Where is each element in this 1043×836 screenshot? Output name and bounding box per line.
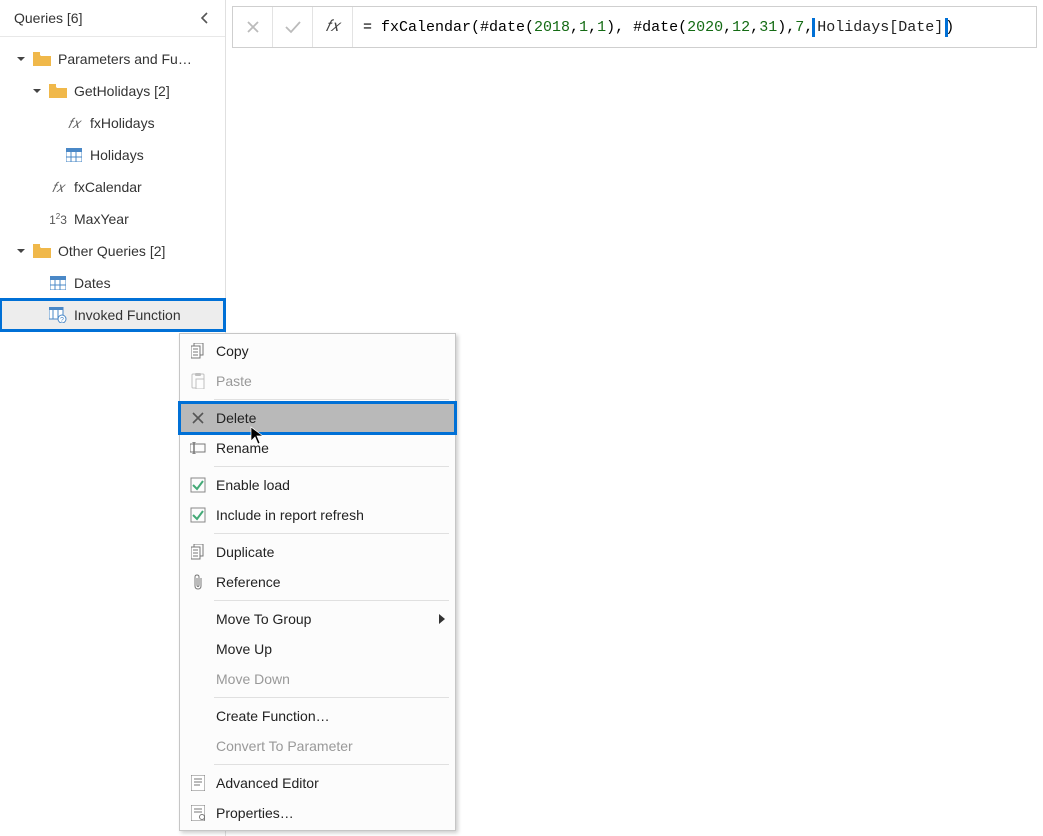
tree-item-label: Holidays — [90, 147, 144, 163]
menu-item[interactable]: Copy — [180, 336, 455, 366]
fx-icon: 𝑓𝑥 — [48, 177, 68, 197]
menu-item-label: Create Function… — [216, 708, 330, 724]
menu-item-label: Properties… — [216, 805, 294, 821]
menu-item[interactable]: Rename — [180, 433, 455, 463]
menu-item: Convert To Parameter — [180, 731, 455, 761]
check-icon — [284, 19, 302, 35]
folder-icon — [48, 81, 68, 101]
menu-item[interactable]: Include in report refresh — [180, 500, 455, 530]
menu-item[interactable]: Delete — [180, 403, 455, 433]
tree-item-label: MaxYear — [74, 211, 129, 227]
expander-icon[interactable] — [30, 84, 44, 98]
sidebar-header: Queries [6] — [0, 0, 225, 37]
tree-item[interactable]: Holidays — [0, 139, 225, 171]
formula-input[interactable]: = fxCalendar(#date(2018, 1, 1), #date(20… — [353, 18, 1036, 37]
editor-icon — [180, 775, 216, 791]
paste-icon — [180, 373, 216, 389]
menu-item-label: Copy — [216, 343, 249, 359]
menu-item[interactable]: Create Function… — [180, 701, 455, 731]
folder-icon — [32, 241, 52, 261]
menu-item-label: Include in report refresh — [216, 507, 364, 523]
menu-item: Move Down — [180, 664, 455, 694]
tree-item[interactable]: 𝑓𝑥 fxCalendar — [0, 171, 225, 203]
menu-separator — [214, 533, 449, 534]
copy-icon — [180, 343, 216, 359]
tree-item[interactable]: 𝑓𝑥 fxHolidays — [0, 107, 225, 139]
collapse-sidebar-button[interactable] — [197, 10, 213, 26]
copy-icon — [180, 544, 216, 560]
menu-item[interactable]: Properties… — [180, 798, 455, 828]
close-icon — [245, 19, 261, 35]
fx-icon: 𝑓𝑥 — [326, 18, 340, 36]
menu-item[interactable]: Move Up — [180, 634, 455, 664]
menu-item-label: Move Up — [216, 641, 272, 657]
menu-item[interactable]: Reference — [180, 567, 455, 597]
table-icon — [64, 145, 84, 165]
sidebar-title: Queries [6] — [14, 10, 82, 26]
query-tree: Parameters and Fu…GetHolidays [2]𝑓𝑥fxHol… — [0, 37, 225, 337]
confirm-formula-button[interactable] — [273, 7, 313, 47]
context-menu: Copy Paste Delete Rename Enable load Include … — [179, 333, 456, 831]
tree-item[interactable]: Other Queries [2] — [0, 235, 225, 267]
fx-button[interactable]: 𝑓𝑥 — [313, 7, 353, 47]
tree-item-label: GetHolidays [2] — [74, 83, 170, 99]
menu-separator — [214, 764, 449, 765]
menu-item[interactable]: Enable load — [180, 470, 455, 500]
tree-item[interactable]: Parameters and Fu… — [0, 43, 225, 75]
formula-bar: 𝑓𝑥 = fxCalendar(#date(2018, 1, 1), #date… — [232, 6, 1037, 48]
tree-item-label: Other Queries [2] — [58, 243, 165, 259]
cancel-formula-button[interactable] — [233, 7, 273, 47]
clip-icon — [180, 574, 216, 590]
menu-separator — [214, 399, 449, 400]
folder-icon — [32, 49, 52, 69]
menu-separator — [214, 466, 449, 467]
tree-item[interactable]: GetHolidays [2] — [0, 75, 225, 107]
expander-icon[interactable] — [14, 52, 28, 66]
table-q-icon: ? — [48, 305, 68, 325]
fx-icon: 𝑓𝑥 — [64, 113, 84, 133]
menu-item-label: Delete — [216, 410, 256, 426]
menu-item[interactable]: Advanced Editor — [180, 768, 455, 798]
delete-icon — [180, 411, 216, 425]
menu-item-label: Convert To Parameter — [216, 738, 353, 754]
menu-item-label: Duplicate — [216, 544, 274, 560]
tree-item[interactable]: ? Invoked Function — [0, 299, 225, 331]
tree-item-label: Parameters and Fu… — [58, 51, 192, 67]
menu-item-label: Paste — [216, 373, 252, 389]
rename-icon — [180, 442, 216, 454]
tree-item-label: fxHolidays — [90, 115, 155, 131]
svg-text:?: ? — [60, 317, 64, 323]
menu-item-label: Move Down — [216, 671, 290, 687]
checked-icon — [180, 477, 216, 493]
num-icon: 123 — [48, 209, 68, 229]
tree-item-label: Dates — [74, 275, 111, 291]
tree-item[interactable]: Dates — [0, 267, 225, 299]
menu-item[interactable]: Move To Group — [180, 604, 455, 634]
table-icon — [48, 273, 68, 293]
expander-icon[interactable] — [14, 244, 28, 258]
menu-item: Paste — [180, 366, 455, 396]
menu-item-label: Advanced Editor — [216, 775, 319, 791]
menu-item[interactable]: Duplicate — [180, 537, 455, 567]
checked-icon — [180, 507, 216, 523]
menu-item-label: Enable load — [216, 477, 290, 493]
tree-item[interactable]: 123 MaxYear — [0, 203, 225, 235]
props-icon — [180, 805, 216, 821]
menu-separator — [214, 697, 449, 698]
menu-item-label: Rename — [216, 440, 269, 456]
submenu-arrow-icon — [439, 611, 445, 627]
tree-item-label: fxCalendar — [74, 179, 142, 195]
menu-separator — [214, 600, 449, 601]
tree-item-label: Invoked Function — [74, 307, 181, 323]
chevron-left-icon — [200, 11, 210, 25]
menu-item-label: Move To Group — [216, 611, 311, 627]
menu-item-label: Reference — [216, 574, 281, 590]
